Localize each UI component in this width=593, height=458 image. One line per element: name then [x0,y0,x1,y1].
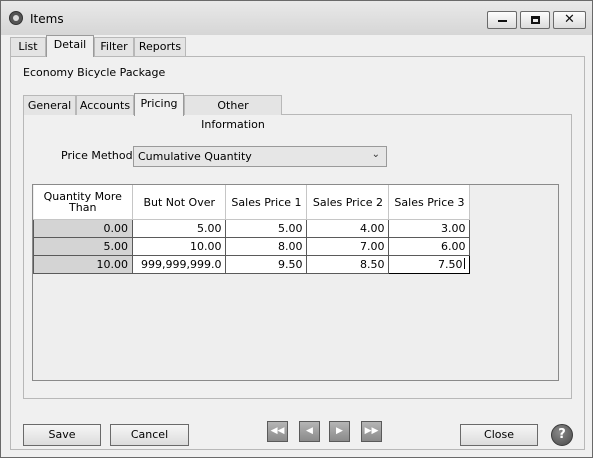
tab-filter[interactable]: Filter [94,37,134,56]
tab-detail[interactable]: Detail [46,35,94,57]
previous-record-button[interactable]: ◀ [299,421,320,442]
cell-sales-price-3-editing[interactable]: 7.50 [388,255,471,274]
price-method-select[interactable]: Cumulative Quantity ⌄ [133,146,387,167]
cell-sales-price-2[interactable]: 7.00 [306,237,390,256]
cell-quantity-more-than[interactable]: 0.00 [33,219,133,238]
close-button[interactable]: Close [460,424,538,446]
price-table: Quantity More Than But Not Over Sales Pr… [33,185,471,274]
cancel-button[interactable]: Cancel [110,424,189,446]
cell-edit-value: 7.50 [437,258,463,271]
cell-sales-price-2[interactable]: 4.00 [306,219,390,238]
table-row: 5.00 10.00 8.00 7.00 6.00 [33,237,471,256]
price-method-value: Cumulative Quantity [138,150,252,163]
price-method-label: Price Method [61,149,133,162]
next-record-icon: ▶ [336,426,343,436]
first-record-icon: ◀◀ [270,426,285,436]
close-window-button[interactable]: ✕ [553,11,586,29]
cell-sales-price-1[interactable]: 5.00 [225,219,308,238]
first-record-button[interactable]: ◀◀ [267,421,288,442]
window-title: Items [30,12,64,26]
previous-record-icon: ◀ [306,426,313,436]
header-but-not-over: But Not Over [132,185,227,220]
items-window: Items ✕ List Detail Filter Reports Econo… [0,0,593,458]
text-caret [464,258,466,269]
title-bar: Items ✕ [1,1,592,35]
header-quantity-more-than: Quantity More Than [33,185,133,220]
item-name-label: Economy Bicycle Package [23,66,166,79]
header-sales-price-2: Sales Price 2 [306,185,390,220]
tab-general[interactable]: General [23,95,76,115]
help-icon: ? [558,427,566,442]
tab-pricing[interactable]: Pricing [134,93,184,116]
table-row: 0.00 5.00 5.00 4.00 3.00 [33,219,471,238]
cell-sales-price-1[interactable]: 9.50 [225,255,308,274]
table-row: 10.00 999,999,999.0 9.50 8.50 7.50 [33,255,471,274]
maximize-icon [531,16,540,24]
last-record-icon: ▶▶ [364,426,379,436]
save-button[interactable]: Save [23,424,101,446]
header-sales-price-1: Sales Price 1 [225,185,308,220]
price-grid: Quantity More Than But Not Over Sales Pr… [32,184,559,381]
cell-but-not-over[interactable]: 10.00 [131,237,227,256]
cell-sales-price-2[interactable]: 8.50 [306,255,390,274]
dropdown-chevron-icon: ⌄ [371,149,380,160]
cell-sales-price-3[interactable]: 3.00 [388,219,471,238]
cell-but-not-over[interactable]: 999,999,999.0 [131,255,227,274]
tab-accounts[interactable]: Accounts [76,95,134,115]
cell-quantity-more-than[interactable]: 5.00 [33,237,133,256]
cell-but-not-over[interactable]: 5.00 [131,219,227,238]
header-sales-price-3: Sales Price 3 [388,185,471,220]
app-icon [9,11,23,25]
tab-reports[interactable]: Reports [134,37,186,56]
help-button[interactable]: ? [551,424,573,446]
header-label: Quantity More Than [43,190,122,214]
tab-list[interactable]: List [10,37,46,56]
header-row: Quantity More Than But Not Over Sales Pr… [33,185,471,220]
tab-other-information[interactable]: Other Information [184,95,282,131]
last-record-button[interactable]: ▶▶ [361,421,382,442]
cell-sales-price-1[interactable]: 8.00 [225,237,308,256]
next-record-button[interactable]: ▶ [329,421,350,442]
close-icon: ✕ [564,12,575,27]
minimize-button[interactable] [487,11,517,29]
cell-quantity-more-than[interactable]: 10.00 [33,255,133,274]
minimize-icon [498,20,507,22]
cell-sales-price-3[interactable]: 6.00 [388,237,471,256]
maximize-button[interactable] [520,11,550,29]
